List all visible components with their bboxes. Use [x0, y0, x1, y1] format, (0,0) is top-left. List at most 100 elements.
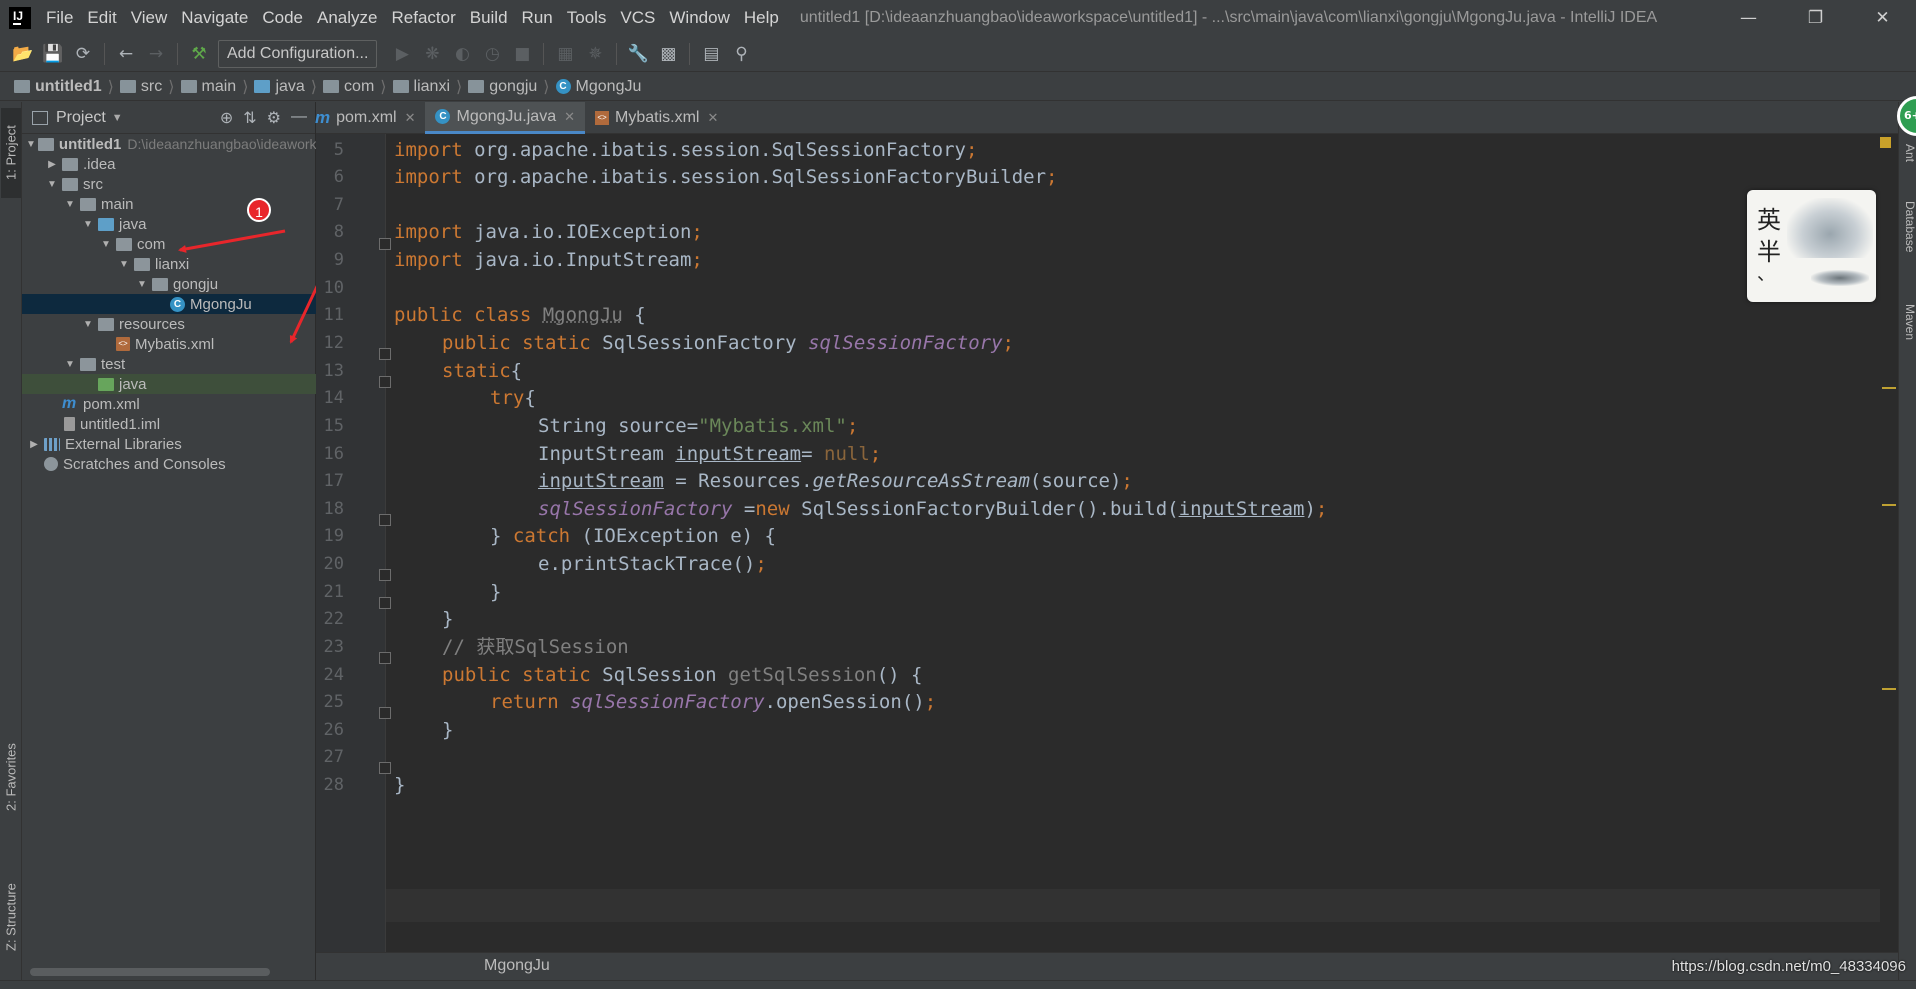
menu-tools[interactable]: Tools [560, 0, 614, 36]
minimize-icon[interactable]: — [1715, 0, 1782, 36]
editor-vertical-scrollbar[interactable] [1880, 134, 1898, 952]
chevron-down-icon[interactable]: ▼ [112, 112, 123, 124]
tree-item-src[interactable]: ▼ src [22, 174, 316, 194]
menu-build[interactable]: Build [463, 0, 515, 36]
coverage-icon[interactable]: ◐ [447, 39, 477, 69]
menu-help[interactable]: Help [737, 0, 786, 36]
expanded-arrow-icon[interactable]: ▼ [116, 259, 132, 270]
tree-item-pom-xml[interactable]: m pom.xml [22, 394, 316, 414]
close-icon[interactable]: ✕ [1849, 0, 1916, 36]
expanded-arrow-icon[interactable]: ▼ [80, 219, 96, 230]
close-icon[interactable]: ✕ [564, 109, 575, 125]
menu-code[interactable]: Code [255, 0, 310, 36]
horizontal-scrollbar[interactable] [30, 968, 270, 976]
build-hammer-icon[interactable]: ⚒ [184, 39, 214, 69]
fold-marker-icon[interactable] [379, 376, 391, 388]
terminal-icon[interactable]: ▤ [696, 39, 726, 69]
crumb-gongju[interactable]: gongju ⟩ [462, 77, 550, 97]
tree-item-lianxi[interactable]: ▼ lianxi [22, 254, 316, 274]
tree-item-mgongju[interactable]: C MgongJu [22, 294, 316, 314]
search-icon[interactable]: ⚲ [726, 39, 756, 69]
fold-marker-icon[interactable] [379, 348, 391, 360]
save-icon[interactable]: 💾 [38, 39, 68, 69]
profile-icon[interactable]: ◷ [477, 39, 507, 69]
tool-tab-structure[interactable]: Z: Structure [1, 862, 21, 972]
expanded-arrow-icon[interactable]: ▼ [134, 279, 150, 290]
crumb-com[interactable]: com ⟩ [317, 77, 387, 97]
fold-marker-icon[interactable] [379, 652, 391, 664]
update-icon[interactable]: ✵ [580, 39, 610, 69]
run-icon[interactable]: ▶ [387, 39, 417, 69]
fold-marker-icon[interactable] [379, 597, 391, 609]
warning-marker[interactable] [1882, 688, 1896, 690]
collapsed-arrow-icon[interactable]: ▶ [44, 159, 60, 170]
tab-mgongju-java[interactable]: C MgongJu.java ✕ [425, 102, 586, 134]
menu-view[interactable]: View [124, 0, 175, 36]
expanded-arrow-icon[interactable]: ▼ [98, 239, 114, 250]
crumb-untitled1[interactable]: untitled1 ⟩ [8, 77, 114, 97]
forward-arrow-icon[interactable]: → [141, 39, 171, 69]
menu-window[interactable]: Window [662, 0, 736, 36]
stop-icon[interactable]: ■ [507, 39, 537, 69]
expanded-arrow-icon[interactable]: ▼ [26, 139, 36, 150]
crumb-src[interactable]: src ⟩ [114, 77, 175, 97]
tool-tab-maven[interactable]: Maven [1899, 292, 1916, 352]
attach-icon[interactable]: ▦ [550, 39, 580, 69]
menu-navigate[interactable]: Navigate [174, 0, 255, 36]
tree-item-java-test[interactable]: java [22, 374, 316, 394]
add-configuration-button[interactable]: Add Configuration... [218, 39, 378, 68]
fold-marker-icon[interactable] [379, 238, 391, 250]
wrench-icon[interactable]: 🔧 [623, 39, 653, 69]
tree-item-untitled1[interactable]: ▼ untitled1 D:\ideaanzhuangbao\ideaworksp [22, 134, 316, 154]
menu-vcs[interactable]: VCS [613, 0, 662, 36]
tree-item-gongju[interactable]: ▼ gongju [22, 274, 316, 294]
expanded-arrow-icon[interactable]: ▼ [80, 319, 96, 330]
tool-tab-favorites[interactable]: 2: Favorites [1, 722, 21, 832]
close-icon[interactable]: ✕ [405, 110, 416, 126]
collapsed-arrow-icon[interactable]: ▶ [26, 439, 42, 450]
open-folder-icon[interactable]: 📂 [8, 39, 38, 69]
tree-item-com[interactable]: ▼ com [22, 234, 316, 254]
inspection-status-icon[interactable] [1880, 137, 1891, 148]
fold-marker-icon[interactable] [379, 762, 391, 774]
sync-icon[interactable]: ⟳ [68, 39, 98, 69]
tree-item-java-main[interactable]: ▼ java [22, 214, 316, 234]
tree-item-resources[interactable]: ▼ resources [22, 314, 316, 334]
tree-item-test[interactable]: ▼ test [22, 354, 316, 374]
tool-tab-database[interactable]: Database [1899, 182, 1916, 272]
locate-target-icon[interactable]: ⊕ [220, 108, 233, 128]
crumb-main[interactable]: main ⟩ [175, 77, 248, 97]
back-arrow-icon[interactable]: ← [111, 39, 141, 69]
warning-marker[interactable] [1882, 387, 1896, 389]
code-editor[interactable]: 5 6 7 8 9 10 11 12 13 14 15 16 17 18 19 … [316, 134, 1898, 952]
tree-item-scratches[interactable]: Scratches and Consoles [22, 454, 316, 474]
menu-run[interactable]: Run [515, 0, 560, 36]
tree-item-idea[interactable]: ▶ .idea [22, 154, 316, 174]
crumb-mgongju[interactable]: C MgongJu [550, 78, 641, 96]
menu-analyze[interactable]: Analyze [310, 0, 384, 36]
gear-icon[interactable]: ⚙ [267, 108, 281, 128]
tool-tab-ant[interactable]: Ant [1899, 138, 1916, 168]
project-structure-icon[interactable]: ▩ [653, 39, 683, 69]
fold-marker-icon[interactable] [379, 707, 391, 719]
crumb-java[interactable]: java ⟩ [248, 77, 317, 97]
fold-marker-icon[interactable] [379, 569, 391, 581]
fold-marker-icon[interactable] [379, 514, 391, 526]
menu-file[interactable]: File [39, 0, 80, 36]
expanded-arrow-icon[interactable]: ▼ [62, 199, 78, 210]
close-icon[interactable]: ✕ [707, 110, 718, 126]
warning-marker[interactable] [1882, 504, 1896, 506]
menu-refactor[interactable]: Refactor [384, 0, 462, 36]
tree-item-external-libraries[interactable]: ▶ External Libraries [22, 434, 316, 454]
collapse-all-icon[interactable]: ⇅ [243, 108, 256, 128]
debug-icon[interactable]: ❋ [417, 39, 447, 69]
footer-crumb-class[interactable]: MgongJu [484, 957, 550, 975]
expanded-arrow-icon[interactable]: ▼ [44, 179, 60, 190]
tool-tab-project[interactable]: 1: Project [1, 108, 21, 198]
crumb-lianxi[interactable]: lianxi ⟩ [387, 77, 462, 97]
menu-edit[interactable]: Edit [80, 0, 123, 36]
tab-mybatis-xml[interactable]: <> Mybatis.xml ✕ [585, 102, 728, 134]
tree-item-mybatis-xml[interactable]: <> Mybatis.xml [22, 334, 316, 354]
project-view-selector[interactable]: Project [56, 109, 106, 127]
tree-item-main[interactable]: ▼ main [22, 194, 316, 214]
